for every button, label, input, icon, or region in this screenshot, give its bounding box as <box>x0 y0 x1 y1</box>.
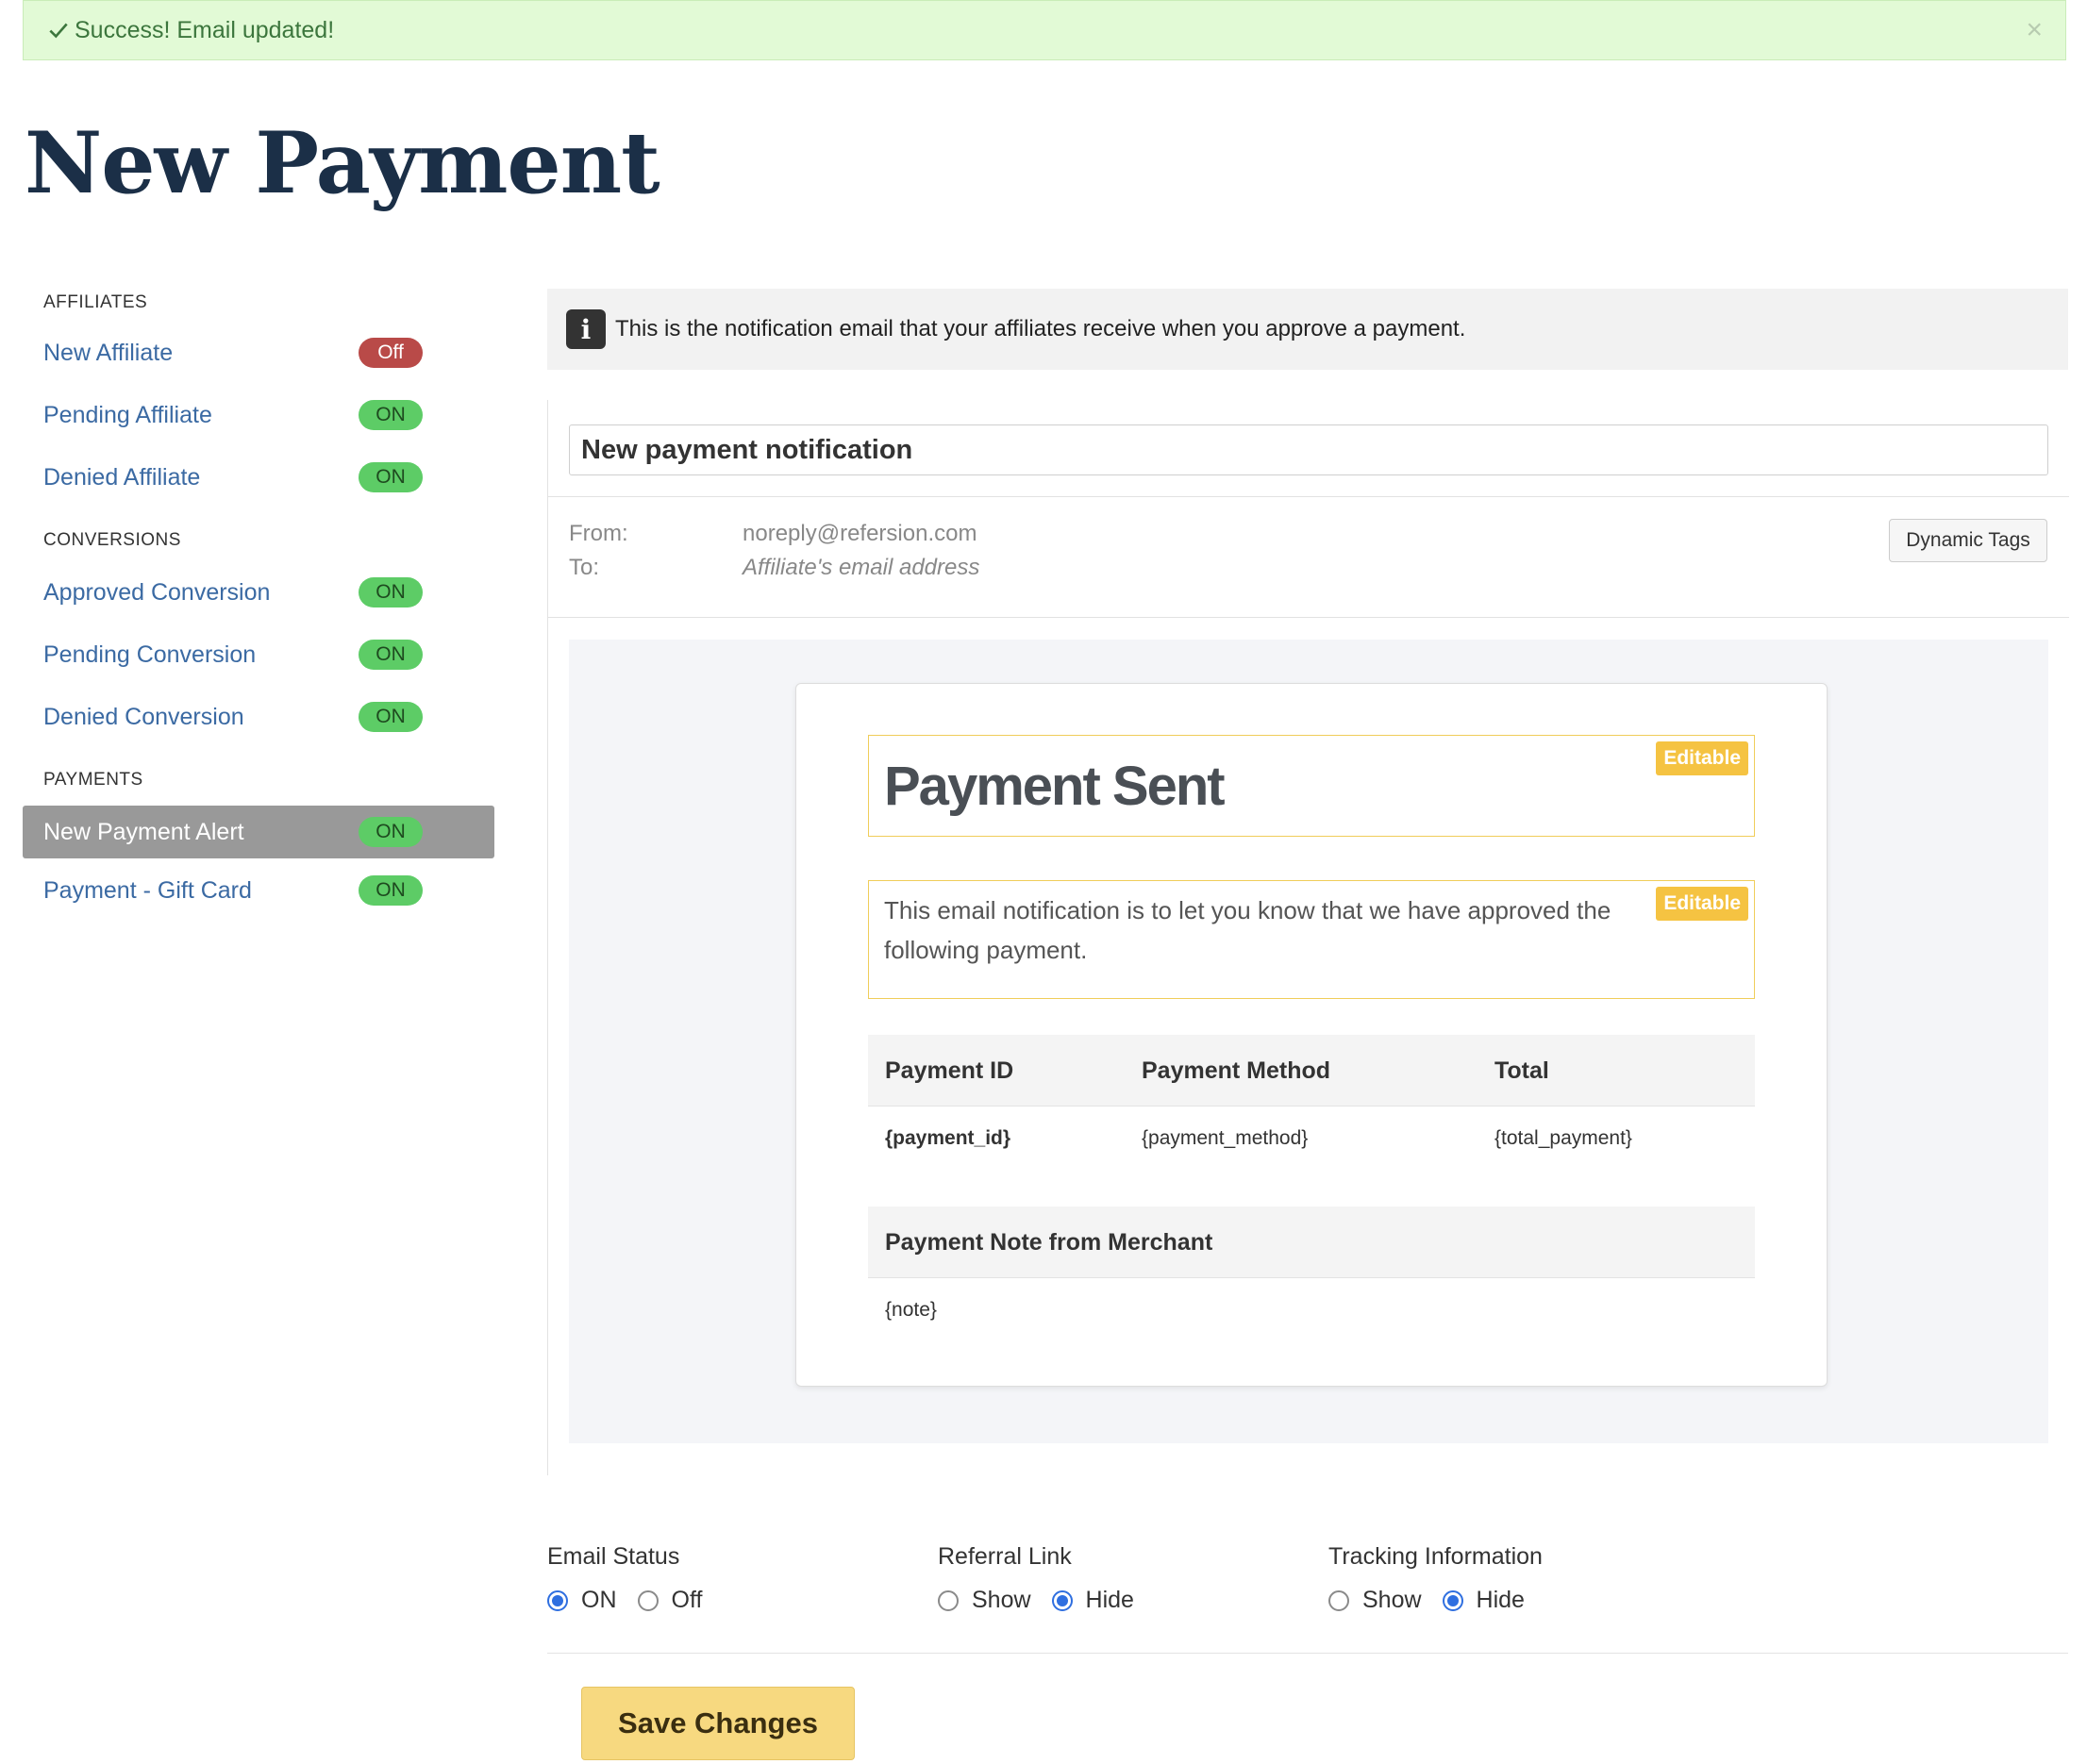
sidebar-section-payments: PAYMENTS <box>43 770 143 790</box>
alert-message: Success! Email updated! <box>75 16 335 43</box>
payment-table-header: Payment ID Payment Method Total <box>868 1035 1755 1107</box>
sidebar-item-denied-affiliate[interactable]: Denied Affiliate ON <box>23 451 494 504</box>
radio-label: Hide <box>1085 1587 1134 1613</box>
info-text: This is the notification email that your… <box>615 316 1466 341</box>
tracking-info-group: Tracking Information Show Hide <box>1328 1543 1545 1614</box>
sidebar-item-label: Denied Conversion <box>43 703 244 730</box>
referral-link-show-radio[interactable] <box>938 1589 959 1611</box>
table-cell-payment-id: {payment_id} <box>885 1127 1011 1149</box>
sidebar-item-new-payment-alert[interactable]: New Payment Alert ON <box>23 806 494 858</box>
email-status-off-radio[interactable] <box>637 1589 659 1611</box>
referral-link-group: Referral Link Show Hide <box>938 1543 1155 1614</box>
table-header-payment-method: Payment Method <box>1142 1057 1331 1084</box>
email-preview-canvas: Payment Sent Editable This email notific… <box>569 640 2048 1443</box>
status-badge: ON <box>359 702 423 732</box>
sidebar-section-affiliates: AFFILIATES <box>43 292 148 312</box>
referral-link-title: Referral Link <box>938 1543 1072 1570</box>
success-alert: Success! Email updated! × <box>23 0 2066 60</box>
email-status-group: Email Status ON Off <box>547 1543 723 1614</box>
referral-link-hide-radio[interactable] <box>1051 1589 1073 1611</box>
note-table-header: Payment Note from Merchant <box>868 1207 1755 1278</box>
close-icon[interactable]: × <box>2026 14 2043 46</box>
sidebar-item-pending-conversion[interactable]: Pending Conversion ON <box>23 628 494 681</box>
radio-label: Show <box>1362 1587 1422 1613</box>
sidebar: AFFILIATES New Affiliate Off Pending Aff… <box>23 292 494 917</box>
status-badge: ON <box>359 817 423 847</box>
table-header-note: Payment Note from Merchant <box>885 1229 1213 1256</box>
table-header-total: Total <box>1494 1057 1549 1084</box>
tracking-info-show-radio[interactable] <box>1328 1589 1349 1611</box>
editable-heading-block[interactable]: Payment Sent Editable <box>868 735 1755 837</box>
radio-label: Off <box>671 1587 703 1613</box>
sidebar-section-conversions: CONVERSIONS <box>43 530 181 550</box>
status-badge: ON <box>359 462 423 492</box>
divider <box>548 496 2069 497</box>
from-label: From: <box>569 521 628 546</box>
divider <box>548 617 2069 618</box>
table-cell-total: {total_payment} <box>1494 1127 1632 1149</box>
radio-label: Show <box>972 1587 1031 1613</box>
sidebar-item-label: New Affiliate <box>43 339 174 366</box>
email-body: This email notification is to let you kn… <box>884 896 1611 964</box>
tracking-info-title: Tracking Information <box>1328 1543 1543 1570</box>
editable-badge[interactable]: Editable <box>1656 741 1748 775</box>
table-cell-note: {note} <box>885 1299 937 1321</box>
to-value: Affiliate's email address <box>743 555 980 580</box>
radio-label: ON <box>581 1587 617 1613</box>
radio-label: Hide <box>1476 1587 1525 1613</box>
sidebar-item-label: New Payment Alert <box>43 818 244 845</box>
table-header-payment-id: Payment ID <box>885 1057 1014 1084</box>
editable-body-block[interactable]: This email notification is to let you kn… <box>868 880 1755 999</box>
email-heading: Payment Sent <box>884 756 1226 817</box>
sidebar-item-denied-conversion[interactable]: Denied Conversion ON <box>23 691 494 743</box>
to-label: To: <box>569 555 600 580</box>
tracking-info-hide-radio[interactable] <box>1442 1589 1463 1611</box>
sidebar-item-new-affiliate[interactable]: New Affiliate Off <box>23 326 494 379</box>
sidebar-item-label: Denied Affiliate <box>43 463 201 491</box>
info-icon: i <box>566 309 606 349</box>
check-icon <box>49 23 68 39</box>
status-badge: ON <box>359 875 423 906</box>
sidebar-item-pending-affiliate[interactable]: Pending Affiliate ON <box>23 389 494 441</box>
email-preview-card: Payment Sent Editable This email notific… <box>795 683 1828 1387</box>
page-title: New Payment <box>25 113 660 213</box>
email-status-title: Email Status <box>547 1543 680 1570</box>
status-badge: ON <box>359 640 423 670</box>
sidebar-item-label: Pending Conversion <box>43 641 257 668</box>
sidebar-item-payment-gift-card[interactable]: Payment - Gift Card ON <box>23 864 494 917</box>
email-status-on-radio[interactable] <box>547 1589 568 1611</box>
sidebar-item-approved-conversion[interactable]: Approved Conversion ON <box>23 566 494 619</box>
status-badge: ON <box>359 400 423 430</box>
sidebar-item-label: Pending Affiliate <box>43 401 212 428</box>
divider <box>547 1653 2068 1654</box>
subject-input[interactable]: New payment notification <box>569 424 2048 475</box>
status-badge: ON <box>359 577 423 607</box>
sidebar-item-label: Payment - Gift Card <box>43 876 252 904</box>
status-badge: Off <box>359 338 423 368</box>
from-value: noreply@refersion.com <box>743 521 977 546</box>
save-changes-button[interactable]: Save Changes <box>581 1687 855 1760</box>
info-bar: i This is the notification email that yo… <box>547 289 2068 370</box>
dynamic-tags-button[interactable]: Dynamic Tags <box>1889 519 2047 562</box>
table-cell-payment-method: {payment_method} <box>1142 1127 1309 1149</box>
email-editor: New payment notification From: noreply@r… <box>547 400 2069 1475</box>
editable-badge[interactable]: Editable <box>1656 887 1748 921</box>
sidebar-item-label: Approved Conversion <box>43 578 271 606</box>
main-content: i This is the notification email that yo… <box>547 289 2068 370</box>
